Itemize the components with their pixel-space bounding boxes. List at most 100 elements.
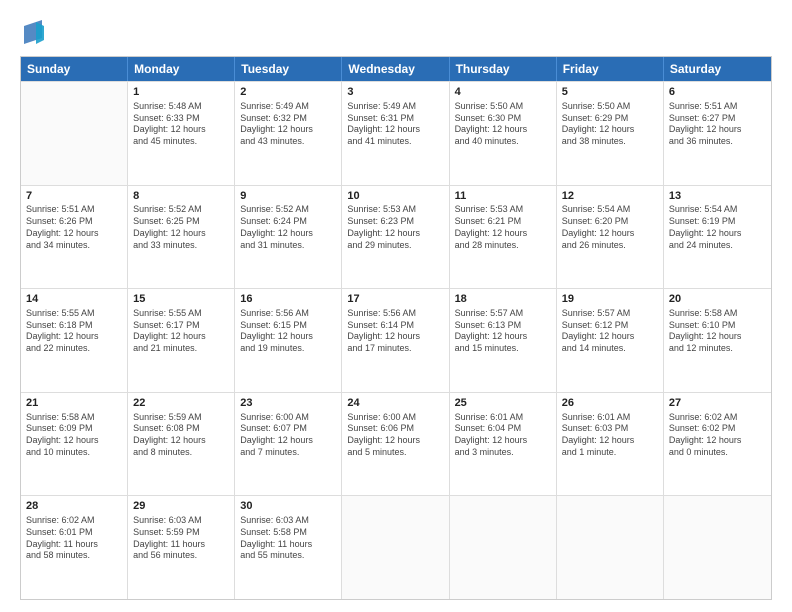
calendar-cell: 20Sunrise: 5:58 AM Sunset: 6:10 PM Dayli… (664, 289, 771, 392)
cell-day-number: 26 (562, 396, 658, 411)
cell-day-number: 25 (455, 396, 551, 411)
weekday-header-wednesday: Wednesday (342, 57, 449, 81)
cell-info: Sunrise: 5:49 AM Sunset: 6:31 PM Dayligh… (347, 101, 443, 148)
calendar-cell: 9Sunrise: 5:52 AM Sunset: 6:24 PM Daylig… (235, 186, 342, 289)
calendar-cell: 11Sunrise: 5:53 AM Sunset: 6:21 PM Dayli… (450, 186, 557, 289)
cell-day-number: 6 (669, 85, 766, 100)
weekday-header-thursday: Thursday (450, 57, 557, 81)
cell-info: Sunrise: 5:52 AM Sunset: 6:25 PM Dayligh… (133, 204, 229, 251)
cell-day-number: 4 (455, 85, 551, 100)
page: SundayMondayTuesdayWednesdayThursdayFrid… (0, 0, 792, 612)
cell-info: Sunrise: 5:51 AM Sunset: 6:27 PM Dayligh… (669, 101, 766, 148)
cell-info: Sunrise: 5:48 AM Sunset: 6:33 PM Dayligh… (133, 101, 229, 148)
cell-day-number: 28 (26, 499, 122, 514)
header (20, 18, 772, 46)
cell-info: Sunrise: 5:59 AM Sunset: 6:08 PM Dayligh… (133, 412, 229, 459)
cell-info: Sunrise: 5:55 AM Sunset: 6:17 PM Dayligh… (133, 308, 229, 355)
calendar-cell (450, 496, 557, 599)
calendar-row-5: 28Sunrise: 6:02 AM Sunset: 6:01 PM Dayli… (21, 495, 771, 599)
logo-icon (22, 18, 44, 46)
cell-info: Sunrise: 5:53 AM Sunset: 6:21 PM Dayligh… (455, 204, 551, 251)
cell-day-number: 2 (240, 85, 336, 100)
calendar-cell: 16Sunrise: 5:56 AM Sunset: 6:15 PM Dayli… (235, 289, 342, 392)
cell-info: Sunrise: 5:50 AM Sunset: 6:29 PM Dayligh… (562, 101, 658, 148)
cell-day-number: 5 (562, 85, 658, 100)
calendar-cell: 29Sunrise: 6:03 AM Sunset: 5:59 PM Dayli… (128, 496, 235, 599)
calendar-cell: 22Sunrise: 5:59 AM Sunset: 6:08 PM Dayli… (128, 393, 235, 496)
cell-info: Sunrise: 5:55 AM Sunset: 6:18 PM Dayligh… (26, 308, 122, 355)
calendar-cell: 2Sunrise: 5:49 AM Sunset: 6:32 PM Daylig… (235, 82, 342, 185)
cell-day-number: 15 (133, 292, 229, 307)
calendar-row-3: 14Sunrise: 5:55 AM Sunset: 6:18 PM Dayli… (21, 288, 771, 392)
cell-info: Sunrise: 6:03 AM Sunset: 5:59 PM Dayligh… (133, 515, 229, 562)
cell-info: Sunrise: 6:01 AM Sunset: 6:03 PM Dayligh… (562, 412, 658, 459)
calendar-cell: 15Sunrise: 5:55 AM Sunset: 6:17 PM Dayli… (128, 289, 235, 392)
calendar-cell (342, 496, 449, 599)
calendar-row-4: 21Sunrise: 5:58 AM Sunset: 6:09 PM Dayli… (21, 392, 771, 496)
cell-day-number: 22 (133, 396, 229, 411)
cell-info: Sunrise: 5:51 AM Sunset: 6:26 PM Dayligh… (26, 204, 122, 251)
cell-day-number: 21 (26, 396, 122, 411)
cell-day-number: 20 (669, 292, 766, 307)
calendar-cell: 6Sunrise: 5:51 AM Sunset: 6:27 PM Daylig… (664, 82, 771, 185)
cell-day-number: 16 (240, 292, 336, 307)
cell-info: Sunrise: 6:02 AM Sunset: 6:02 PM Dayligh… (669, 412, 766, 459)
calendar-cell: 8Sunrise: 5:52 AM Sunset: 6:25 PM Daylig… (128, 186, 235, 289)
cell-info: Sunrise: 5:57 AM Sunset: 6:12 PM Dayligh… (562, 308, 658, 355)
cell-day-number: 23 (240, 396, 336, 411)
calendar-cell: 1Sunrise: 5:48 AM Sunset: 6:33 PM Daylig… (128, 82, 235, 185)
cell-day-number: 18 (455, 292, 551, 307)
cell-info: Sunrise: 6:00 AM Sunset: 6:07 PM Dayligh… (240, 412, 336, 459)
cell-info: Sunrise: 5:49 AM Sunset: 6:32 PM Dayligh… (240, 101, 336, 148)
cell-day-number: 7 (26, 189, 122, 204)
cell-day-number: 1 (133, 85, 229, 100)
logo (20, 18, 44, 46)
calendar-cell: 4Sunrise: 5:50 AM Sunset: 6:30 PM Daylig… (450, 82, 557, 185)
calendar-cell: 21Sunrise: 5:58 AM Sunset: 6:09 PM Dayli… (21, 393, 128, 496)
calendar-cell: 3Sunrise: 5:49 AM Sunset: 6:31 PM Daylig… (342, 82, 449, 185)
cell-day-number: 10 (347, 189, 443, 204)
calendar-cell: 19Sunrise: 5:57 AM Sunset: 6:12 PM Dayli… (557, 289, 664, 392)
calendar-cell: 25Sunrise: 6:01 AM Sunset: 6:04 PM Dayli… (450, 393, 557, 496)
calendar-cell: 28Sunrise: 6:02 AM Sunset: 6:01 PM Dayli… (21, 496, 128, 599)
calendar-cell (21, 82, 128, 185)
weekday-header-sunday: Sunday (21, 57, 128, 81)
cell-info: Sunrise: 6:03 AM Sunset: 5:58 PM Dayligh… (240, 515, 336, 562)
cell-day-number: 14 (26, 292, 122, 307)
cell-day-number: 24 (347, 396, 443, 411)
calendar-body: 1Sunrise: 5:48 AM Sunset: 6:33 PM Daylig… (21, 81, 771, 599)
cell-day-number: 3 (347, 85, 443, 100)
calendar-cell: 24Sunrise: 6:00 AM Sunset: 6:06 PM Dayli… (342, 393, 449, 496)
cell-info: Sunrise: 5:54 AM Sunset: 6:20 PM Dayligh… (562, 204, 658, 251)
cell-day-number: 30 (240, 499, 336, 514)
calendar-cell: 5Sunrise: 5:50 AM Sunset: 6:29 PM Daylig… (557, 82, 664, 185)
calendar-cell: 23Sunrise: 6:00 AM Sunset: 6:07 PM Dayli… (235, 393, 342, 496)
cell-day-number: 11 (455, 189, 551, 204)
cell-info: Sunrise: 5:50 AM Sunset: 6:30 PM Dayligh… (455, 101, 551, 148)
calendar-row-1: 1Sunrise: 5:48 AM Sunset: 6:33 PM Daylig… (21, 81, 771, 185)
cell-day-number: 12 (562, 189, 658, 204)
calendar-cell: 18Sunrise: 5:57 AM Sunset: 6:13 PM Dayli… (450, 289, 557, 392)
weekday-header-tuesday: Tuesday (235, 57, 342, 81)
calendar-cell: 30Sunrise: 6:03 AM Sunset: 5:58 PM Dayli… (235, 496, 342, 599)
cell-day-number: 13 (669, 189, 766, 204)
calendar-cell: 17Sunrise: 5:56 AM Sunset: 6:14 PM Dayli… (342, 289, 449, 392)
calendar-cell (557, 496, 664, 599)
cell-info: Sunrise: 5:57 AM Sunset: 6:13 PM Dayligh… (455, 308, 551, 355)
weekday-header-saturday: Saturday (664, 57, 771, 81)
calendar-cell: 10Sunrise: 5:53 AM Sunset: 6:23 PM Dayli… (342, 186, 449, 289)
weekday-header-friday: Friday (557, 57, 664, 81)
cell-info: Sunrise: 5:56 AM Sunset: 6:15 PM Dayligh… (240, 308, 336, 355)
weekday-header-monday: Monday (128, 57, 235, 81)
cell-info: Sunrise: 5:54 AM Sunset: 6:19 PM Dayligh… (669, 204, 766, 251)
calendar-cell (664, 496, 771, 599)
calendar-cell: 27Sunrise: 6:02 AM Sunset: 6:02 PM Dayli… (664, 393, 771, 496)
cell-day-number: 8 (133, 189, 229, 204)
cell-info: Sunrise: 5:56 AM Sunset: 6:14 PM Dayligh… (347, 308, 443, 355)
calendar-cell: 12Sunrise: 5:54 AM Sunset: 6:20 PM Dayli… (557, 186, 664, 289)
cell-info: Sunrise: 5:52 AM Sunset: 6:24 PM Dayligh… (240, 204, 336, 251)
cell-info: Sunrise: 6:00 AM Sunset: 6:06 PM Dayligh… (347, 412, 443, 459)
cell-info: Sunrise: 5:53 AM Sunset: 6:23 PM Dayligh… (347, 204, 443, 251)
calendar-cell: 14Sunrise: 5:55 AM Sunset: 6:18 PM Dayli… (21, 289, 128, 392)
calendar-cell: 7Sunrise: 5:51 AM Sunset: 6:26 PM Daylig… (21, 186, 128, 289)
